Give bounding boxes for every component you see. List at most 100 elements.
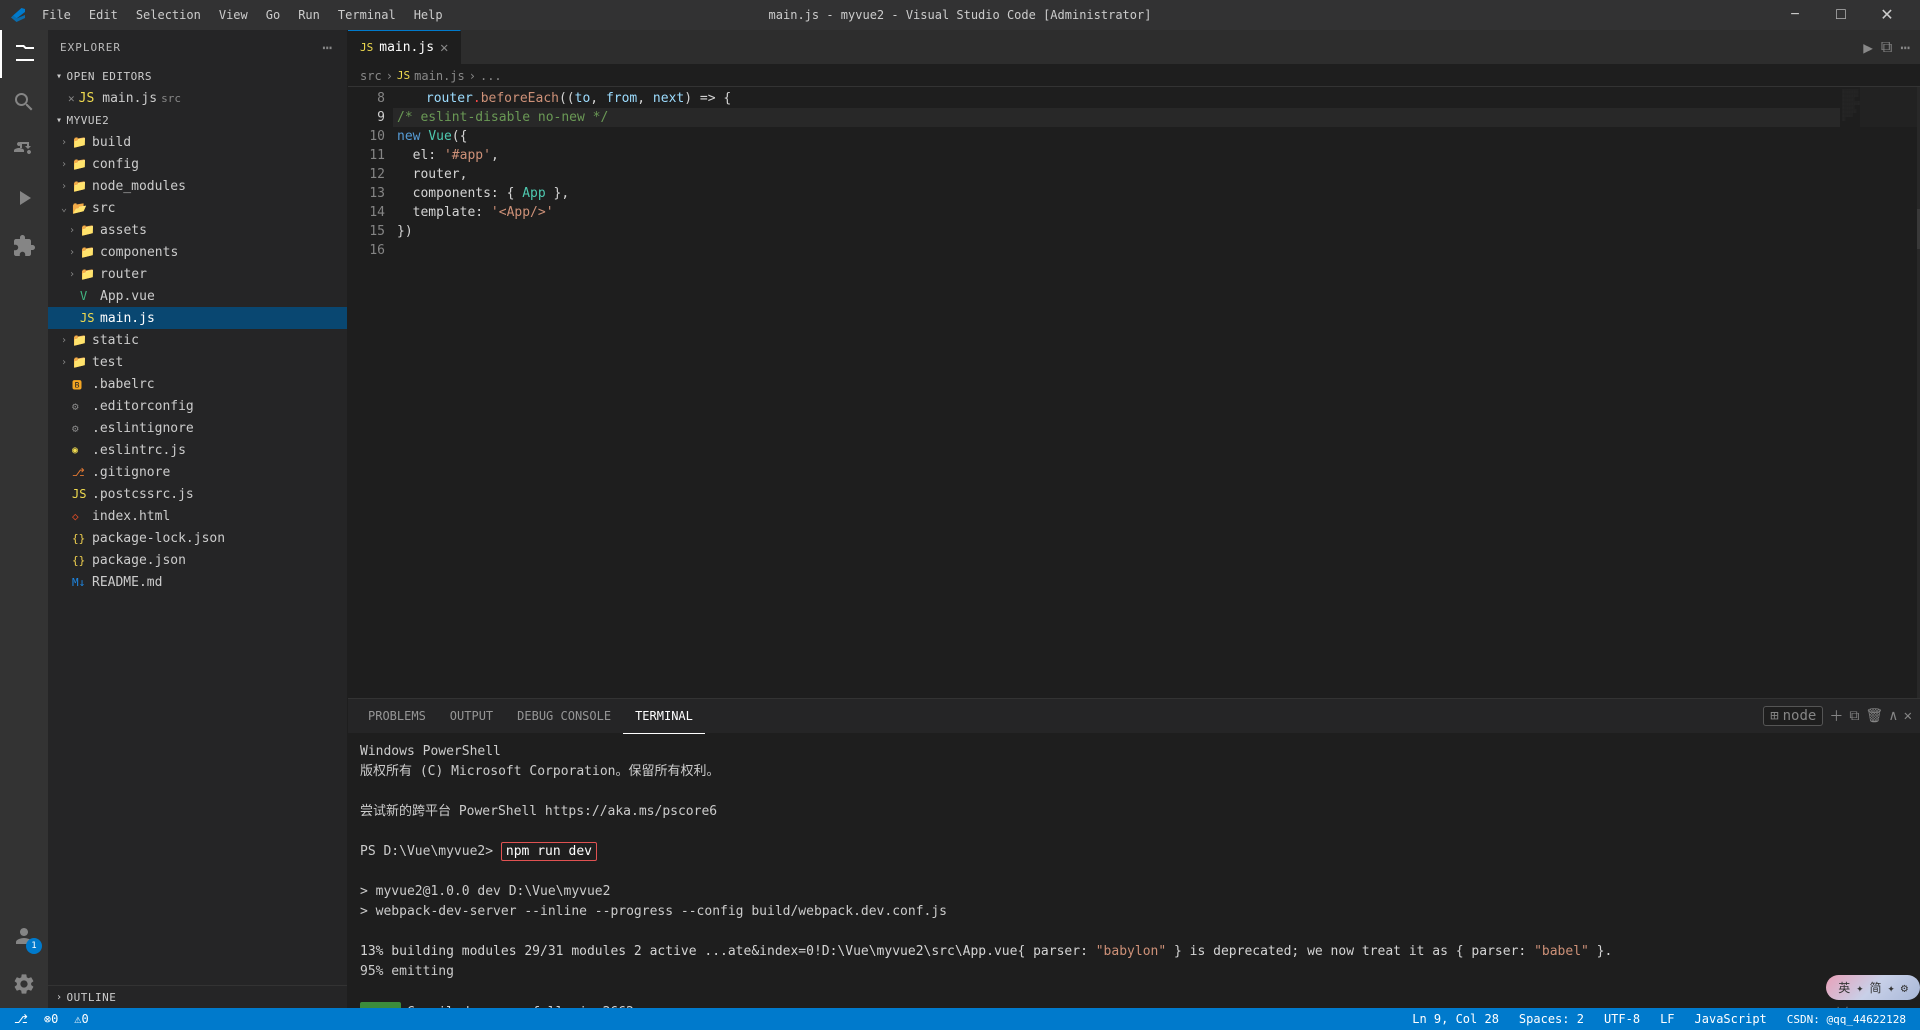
status-language[interactable]: JavaScript [1689, 1008, 1773, 1030]
line-num-9: 9 [348, 108, 385, 127]
minimize-button[interactable]: − [1772, 0, 1818, 30]
activity-account[interactable]: 1 [0, 912, 48, 960]
tree-item-app-vue[interactable]: V App.vue [48, 285, 347, 307]
tab-terminal[interactable]: TERMINAL [623, 699, 705, 734]
warning-count: 0 [82, 1012, 89, 1026]
menu-help[interactable]: Help [406, 0, 451, 30]
terminal-line-blank2 [360, 822, 1908, 842]
js-file-icon: JS [79, 91, 95, 106]
add-terminal-icon[interactable]: ＋ [1829, 706, 1843, 726]
tree-item-package-json[interactable]: {} package.json [48, 549, 347, 571]
breadcrumb: src › JS main.js › ... [348, 65, 1920, 87]
maximize-panel-icon[interactable]: ∧ [1889, 708, 1897, 724]
tab-problems[interactable]: PROBLEMS [356, 699, 438, 734]
ime-sep2: ✦ [1888, 981, 1895, 995]
tree-item-node-modules[interactable]: › 📁 node_modules [48, 175, 347, 197]
tree-item-readme[interactable]: M↓ README.md [48, 571, 347, 593]
code-line-16 [393, 241, 1840, 260]
status-warnings[interactable]: ⚠ 0 [68, 1008, 94, 1030]
tab-debug-console[interactable]: DEBUG CONSOLE [505, 699, 623, 734]
tree-item-assets[interactable]: › 📁 assets [48, 219, 347, 241]
close-icon[interactable]: ✕ [68, 92, 75, 105]
status-line-col[interactable]: Ln 9, Col 28 [1406, 1008, 1505, 1030]
open-file-path: src [161, 92, 181, 105]
status-encoding[interactable]: UTF-8 [1598, 1008, 1646, 1030]
outline-section: › Outline [48, 985, 347, 1008]
tree-item-static[interactable]: › 📁 static [48, 329, 347, 351]
folder-icon: 📁 [72, 179, 88, 193]
terminal-panel: PROBLEMS OUTPUT DEBUG CONSOLE TERMINAL ⊞… [348, 698, 1920, 1008]
tree-item-editorconfig[interactable]: ⚙ .editorconfig [48, 395, 347, 417]
chevron-right-icon: › [64, 247, 80, 258]
window-controls: − □ ✕ [1772, 0, 1910, 30]
open-file-main-js[interactable]: ✕ JS main.js src [48, 87, 347, 109]
tree-item-index-html[interactable]: ◇ index.html [48, 505, 347, 527]
breadcrumb-symbol[interactable]: ... [480, 69, 502, 83]
run-icon[interactable]: ▶ [1861, 36, 1875, 59]
open-editors-header[interactable]: ▾ Open Editors [48, 65, 347, 87]
terminal-content[interactable]: Windows PowerShell 版权所有 (C) Microsoft Co… [348, 734, 1920, 1008]
js-file-icon: JS [72, 487, 88, 501]
split-terminal-icon[interactable]: ⧉ [1849, 708, 1859, 724]
tree-item-main-js[interactable]: JS main.js [48, 307, 347, 329]
tree-item-eslintignore[interactable]: ⚙ .eslintignore [48, 417, 347, 439]
folder-open-icon: 📂 [72, 201, 88, 215]
tree-item-gitignore[interactable]: ⎇ .gitignore [48, 461, 347, 483]
activity-explorer[interactable] [0, 30, 48, 78]
ime-widget[interactable]: 英 ✦ 简 ✦ ⚙ [1826, 975, 1920, 1000]
activity-source-control[interactable] [0, 126, 48, 174]
tree-item-package-lock[interactable]: {} package-lock.json [48, 527, 347, 549]
status-git[interactable]: ⎇ [8, 1008, 34, 1030]
maximize-button[interactable]: □ [1818, 0, 1864, 30]
status-spaces[interactable]: Spaces: 2 [1513, 1008, 1590, 1030]
encoding-text: UTF-8 [1604, 1012, 1640, 1026]
ime-settings-icon[interactable]: ⚙ [1901, 981, 1908, 995]
tree-label: .postcssrc.js [92, 487, 194, 502]
menu-terminal[interactable]: Terminal [330, 0, 404, 30]
menu-view[interactable]: View [211, 0, 256, 30]
outline-chevron: › [56, 992, 63, 1003]
line-numbers: 8 9 10 11 12 13 14 15 16 [348, 87, 393, 698]
breadcrumb-src[interactable]: src [360, 69, 382, 83]
open-editors-chevron: ▾ [56, 71, 63, 82]
tree-item-src[interactable]: ⌄ 📂 src [48, 197, 347, 219]
close-panel-icon[interactable]: ✕ [1904, 708, 1912, 724]
tree-label: .babelrc [92, 377, 155, 392]
menu-run[interactable]: Run [290, 0, 328, 30]
tab-output[interactable]: OUTPUT [438, 699, 505, 734]
activity-extensions[interactable] [0, 222, 48, 270]
tree-item-postcssrc[interactable]: JS .postcssrc.js [48, 483, 347, 505]
activity-settings[interactable] [0, 960, 48, 1008]
close-button[interactable]: ✕ [1864, 0, 1910, 30]
tree-item-router[interactable]: › 📁 router [48, 263, 347, 285]
chevron-down-icon: ⌄ [56, 203, 72, 214]
code-comment: /* eslint-disable no-new */ [397, 108, 608, 127]
more-actions-icon[interactable]: ⋯ [1898, 36, 1912, 59]
split-editor-icon[interactable]: ⧉ [1879, 35, 1894, 59]
menu-file[interactable]: File [34, 0, 79, 30]
new-file-icon[interactable]: ⋯ [320, 36, 335, 59]
activity-search[interactable] [0, 78, 48, 126]
tree-item-test[interactable]: › 📁 test [48, 351, 347, 373]
tab-main-js[interactable]: JS main.js ✕ [348, 30, 461, 64]
activity-run[interactable] [0, 174, 48, 222]
status-errors[interactable]: ⊗ 0 [38, 1008, 64, 1030]
tree-item-eslintrc[interactable]: ◉ .eslintrc.js [48, 439, 347, 461]
menu-selection[interactable]: Selection [128, 0, 209, 30]
code-content[interactable]: router.beforeEach((to, from, next) => { … [393, 87, 1840, 698]
tree-item-config[interactable]: › 📁 config [48, 153, 347, 175]
status-user[interactable]: CSDN: @qq_44622128 [1781, 1008, 1912, 1030]
outline-header[interactable]: › Outline [48, 986, 347, 1008]
code-text: router.beforeEach((to, from, next) => { [410, 89, 731, 108]
folder-icon: 📁 [72, 157, 88, 171]
status-line-ending[interactable]: LF [1654, 1008, 1680, 1030]
menu-edit[interactable]: Edit [81, 0, 126, 30]
tab-close-icon[interactable]: ✕ [440, 41, 448, 55]
tree-item-components[interactable]: › 📁 components [48, 241, 347, 263]
project-header[interactable]: ▾ MYVUE2 [48, 109, 347, 131]
menu-go[interactable]: Go [258, 0, 288, 30]
kill-terminal-icon[interactable]: 🗑 [1865, 708, 1883, 724]
tree-item-build[interactable]: › 📁 build [48, 131, 347, 153]
tree-item-babelrc[interactable]: 🅱 .babelrc [48, 373, 347, 395]
breadcrumb-file[interactable]: main.js [414, 69, 465, 83]
